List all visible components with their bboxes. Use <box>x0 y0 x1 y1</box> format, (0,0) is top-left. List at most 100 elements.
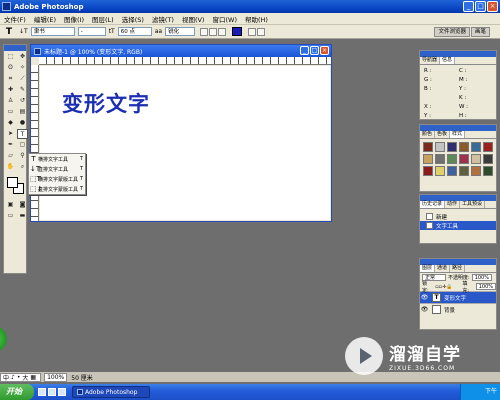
menu-file[interactable]: 文件(F) <box>0 14 30 24</box>
style-swatch[interactable] <box>447 166 457 176</box>
zoom-level[interactable]: 100% <box>44 372 68 382</box>
menu-image[interactable]: 图像(I) <box>60 14 88 24</box>
flyout-horizontal-type[interactable]: T 横排文字工具 T <box>29 154 85 164</box>
taskbar-photoshop-button[interactable]: Adobe Photoshop <box>72 386 150 398</box>
style-swatch[interactable] <box>435 154 445 164</box>
start-button[interactable]: 开始 <box>0 384 34 400</box>
style-swatch[interactable] <box>483 166 493 176</box>
align-left-button[interactable] <box>200 27 209 36</box>
doc-close-button[interactable]: × <box>320 46 329 55</box>
doc-minimize-button[interactable]: _ <box>300 46 309 55</box>
tab-paths[interactable]: 路径 <box>450 265 466 272</box>
brush-tool-icon[interactable]: ✎ <box>17 85 28 95</box>
layer-row-background[interactable]: 👁 背景 <box>420 303 496 315</box>
font-family-select[interactable]: 隶书 <box>30 27 75 36</box>
doc-maximize-button[interactable]: □ <box>310 46 319 55</box>
menu-view[interactable]: 视图(V) <box>178 14 209 24</box>
marquee-tool-icon[interactable]: ⬚ <box>5 52 16 62</box>
eraser-tool-icon[interactable]: ▭ <box>5 107 16 117</box>
style-swatch[interactable] <box>423 154 433 164</box>
style-swatch[interactable] <box>447 154 457 164</box>
text-orientation-icon[interactable]: ↓T <box>19 28 28 35</box>
font-size-select[interactable]: 60 点 <box>117 27 152 36</box>
history-item-type-tool[interactable]: 文字工具 <box>420 221 496 230</box>
ime-toolbar[interactable]: 中 ♪ • 大 ▦ <box>0 372 42 382</box>
menu-filter[interactable]: 滤镜(T) <box>148 14 178 24</box>
style-swatch[interactable] <box>471 154 481 164</box>
text-color-swatch[interactable] <box>232 27 243 36</box>
style-swatch[interactable] <box>483 154 493 164</box>
menu-layer[interactable]: 图层(L) <box>88 14 118 24</box>
quicklaunch-desktop-icon[interactable] <box>48 388 56 396</box>
tab-tool-presets[interactable]: 工具预设 <box>460 201 486 208</box>
tab-swatches[interactable]: 色板 <box>435 131 451 138</box>
warp-text-button[interactable] <box>248 27 257 36</box>
blur-tool-icon[interactable]: ◆ <box>5 118 16 128</box>
tab-navigator[interactable]: 导航器 <box>420 57 441 64</box>
align-right-button[interactable] <box>218 27 227 36</box>
tab-file-browser[interactable]: 文件浏览器 <box>434 27 470 37</box>
green-side-button[interactable] <box>0 326 7 352</box>
style-swatch[interactable] <box>435 166 445 176</box>
style-swatch[interactable] <box>459 166 469 176</box>
maximize-button[interactable]: □ <box>475 1 486 12</box>
fill-field[interactable]: 100% <box>475 283 497 290</box>
type-tool-icon[interactable]: T <box>2 26 16 38</box>
align-center-button[interactable] <box>209 27 218 36</box>
canvas-text-layer[interactable]: 变形文字 <box>62 88 150 118</box>
tab-info[interactable]: 信息 <box>440 57 456 64</box>
path-select-icon[interactable]: ➤ <box>5 129 16 139</box>
menu-select[interactable]: 选择(S) <box>118 14 148 24</box>
history-brush-icon[interactable]: ↺ <box>17 96 28 106</box>
quickmask-mode-icon[interactable]: ◙ <box>17 200 28 210</box>
lock-icons[interactable]: ▫▫✛🔒 <box>435 284 460 290</box>
minimize-button[interactable]: _ <box>463 1 474 12</box>
slice-tool-icon[interactable]: ⟋ <box>17 74 28 84</box>
gradient-tool-icon[interactable]: ▤ <box>17 107 28 117</box>
palettes-button[interactable] <box>257 27 266 36</box>
flyout-vertical-type[interactable]: ↓T 直排文字工具 T <box>29 164 85 174</box>
tab-history[interactable]: 历史记录 <box>420 201 446 208</box>
menu-window[interactable]: 窗口(W) <box>208 14 241 24</box>
style-swatch[interactable] <box>459 154 469 164</box>
style-swatch[interactable] <box>423 142 433 152</box>
lasso-tool-icon[interactable]: ʘ <box>5 63 16 73</box>
font-style-select[interactable]: - <box>77 27 106 36</box>
style-swatch[interactable] <box>447 142 457 152</box>
crop-tool-icon[interactable]: ⌗ <box>5 74 16 84</box>
foreground-color[interactable] <box>7 177 18 188</box>
tab-channels[interactable]: 通道 <box>435 265 451 272</box>
move-tool-icon[interactable]: ✥ <box>17 52 28 62</box>
close-button[interactable]: × <box>487 1 498 12</box>
magic-wand-tool-icon[interactable]: ✧ <box>17 63 28 73</box>
standard-mode-icon[interactable]: ▣ <box>5 200 16 210</box>
style-swatch[interactable] <box>471 166 481 176</box>
eyedropper-tool-icon[interactable]: ⚲ <box>17 151 28 161</box>
screen-mode-icon[interactable]: ▭ <box>5 211 16 221</box>
eye-icon[interactable]: 👁 <box>420 306 429 313</box>
tab-brushes[interactable]: 画笔 <box>470 27 490 37</box>
style-swatch[interactable] <box>483 142 493 152</box>
shape-tool-icon[interactable]: ▢ <box>17 140 28 150</box>
tab-actions[interactable]: 动作 <box>445 201 461 208</box>
tab-styles[interactable]: 样式 <box>450 131 466 138</box>
pen-tool-icon[interactable]: ✒ <box>5 140 16 150</box>
style-swatch[interactable] <box>435 142 445 152</box>
notes-tool-icon[interactable]: ▱ <box>5 151 16 161</box>
anti-alias-select[interactable]: 锐化 <box>165 27 196 36</box>
quicklaunch-ie-icon[interactable] <box>38 388 46 396</box>
opacity-field[interactable]: 100% <box>471 274 492 281</box>
menu-help[interactable]: 帮助(H) <box>241 14 272 24</box>
fullscreen-mode-icon[interactable]: ▬ <box>17 211 28 221</box>
quicklaunch-media-icon[interactable] <box>58 388 66 396</box>
style-swatch[interactable] <box>459 142 469 152</box>
canvas[interactable]: 变形文字 <box>40 66 330 220</box>
eye-icon[interactable]: 👁 <box>420 294 429 301</box>
tab-layers[interactable]: 图层 <box>420 265 436 272</box>
menu-edit[interactable]: 编辑(E) <box>30 14 60 24</box>
style-swatch[interactable] <box>471 142 481 152</box>
hand-tool-icon[interactable]: ✋ <box>5 162 16 172</box>
clone-stamp-icon[interactable]: ♙ <box>5 96 16 106</box>
tab-color[interactable]: 颜色 <box>420 131 436 138</box>
layer-row-text[interactable]: 👁 T 变形文字 <box>420 291 496 303</box>
